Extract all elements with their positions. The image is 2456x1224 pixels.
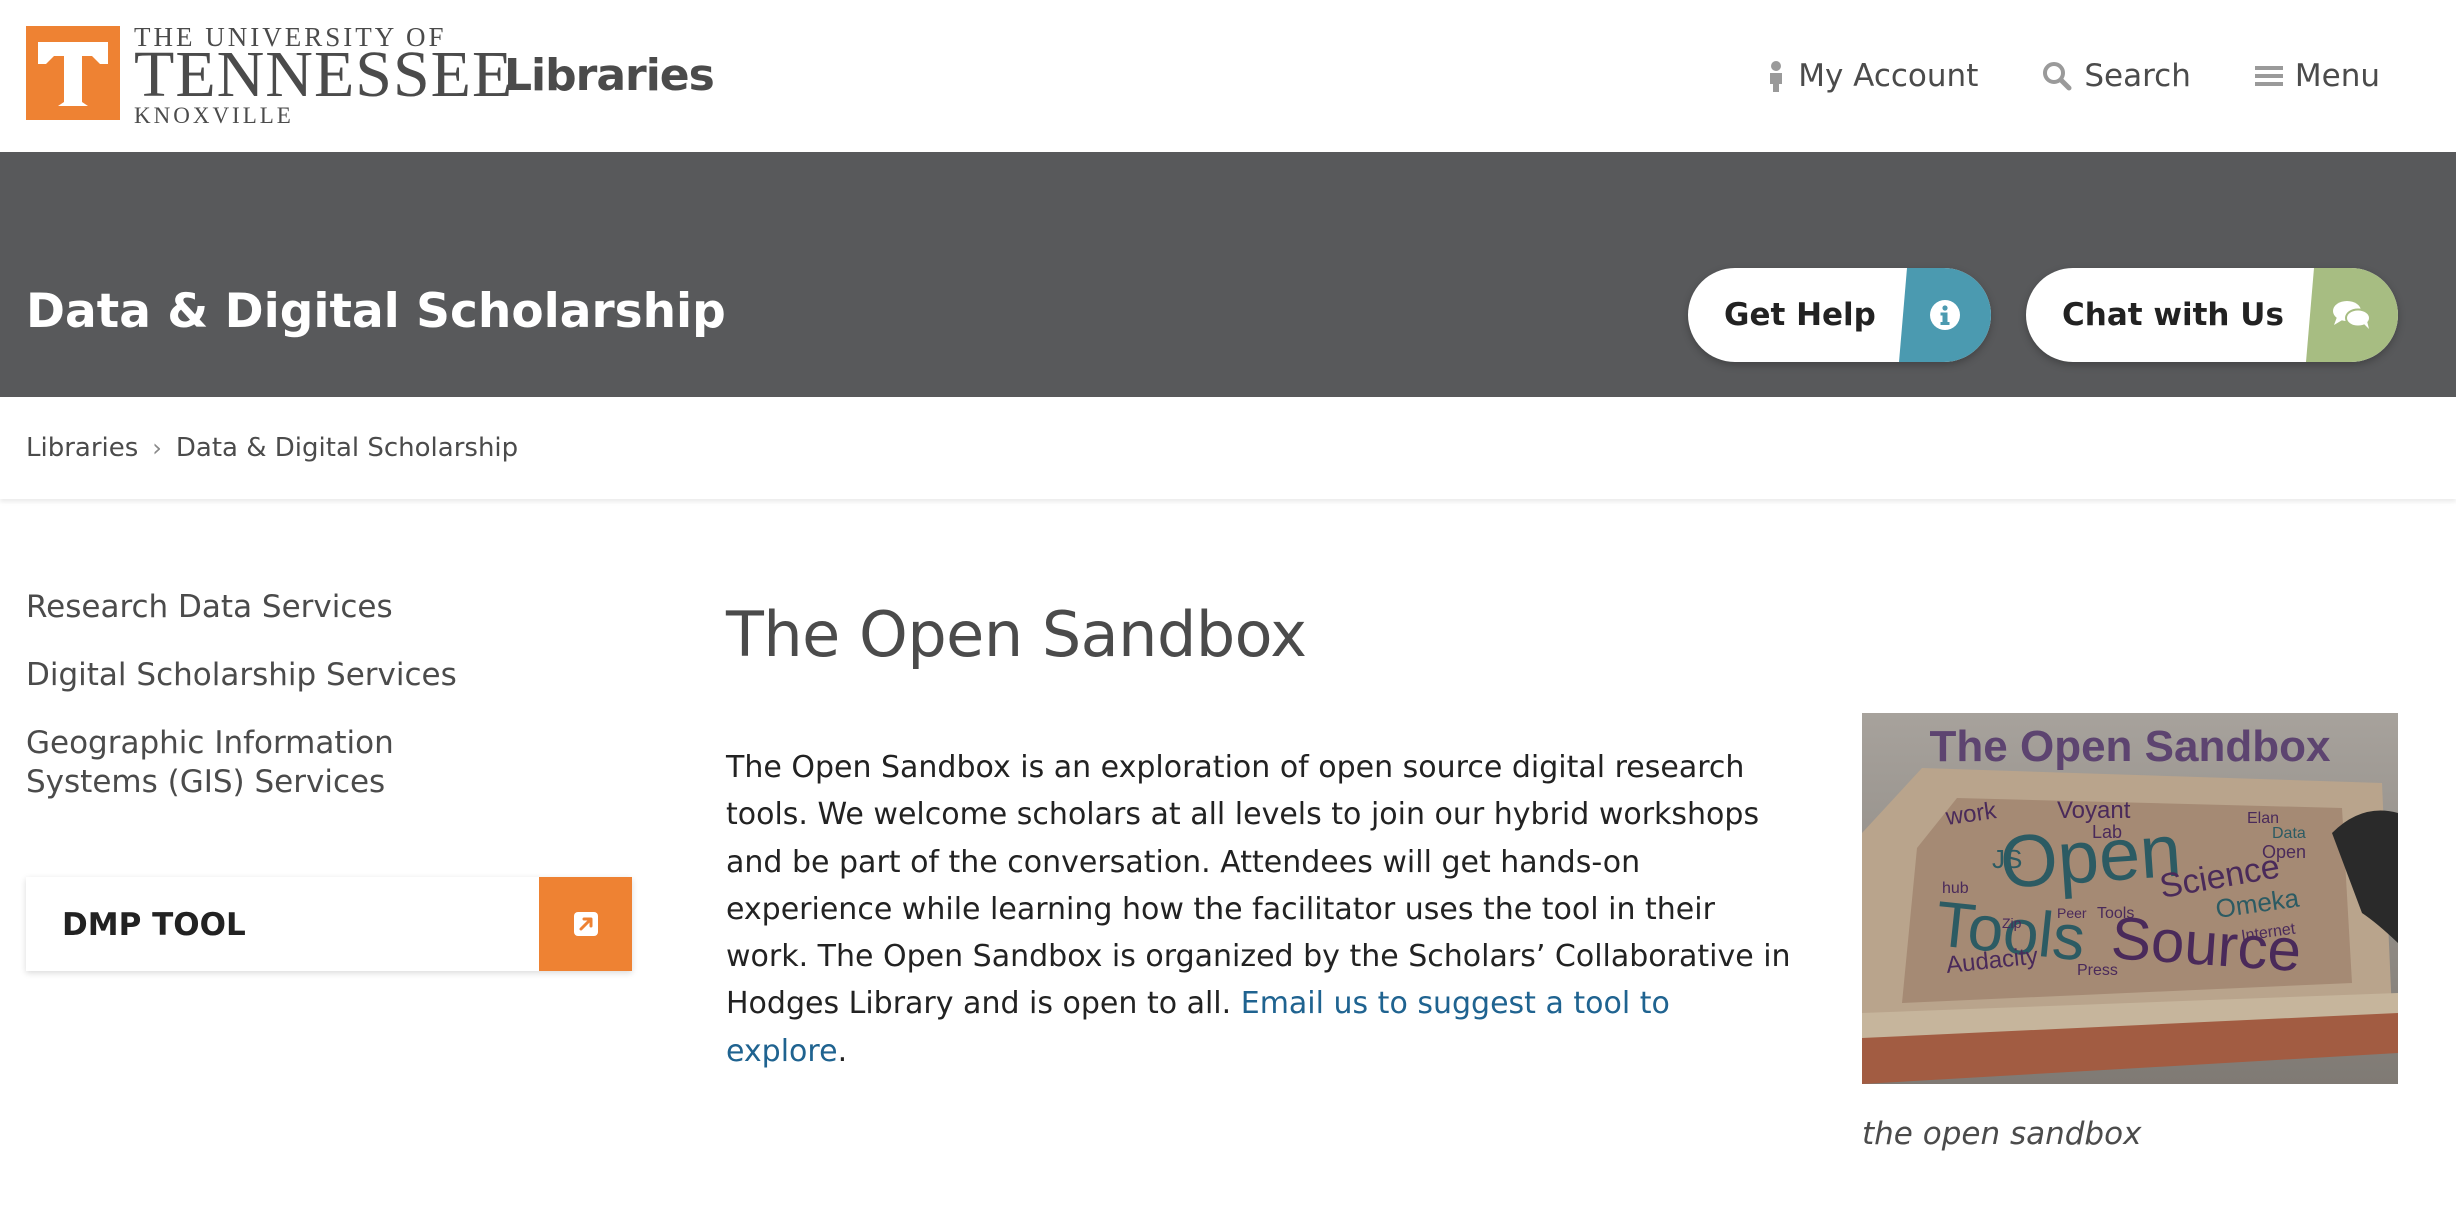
sidebar-link-digital-scholarship[interactable]: Digital Scholarship Services	[26, 656, 466, 695]
site-header: THE UNIVERSITY OF TENNESSEE KNOXVILLE Li…	[0, 0, 2456, 152]
page-banner: Data & Digital Scholarship Get Help Chat…	[0, 152, 2456, 397]
word-cloud-word: Voyant	[2057, 797, 2131, 824]
university-logo[interactable]: THE UNIVERSITY OF TENNESSEE KNOXVILLE	[26, 24, 514, 127]
dmp-tool-button[interactable]: DMP TOOL	[26, 877, 632, 971]
chat-bubbles-icon	[2306, 268, 2398, 362]
word-cloud-word: Peer	[2057, 905, 2087, 921]
search-link[interactable]: Search	[2042, 58, 2191, 94]
intro-paragraph: The Open Sandbox is an exploration of op…	[726, 744, 1796, 1075]
chat-label: Chat with Us	[2062, 297, 2284, 333]
breadcrumb: Libraries › Data & Digital Scholarship	[0, 397, 2456, 499]
word-cloud-word: Tools	[2097, 905, 2134, 922]
word-cloud-word: Press	[2077, 962, 2118, 979]
intro-text: The Open Sandbox is an exploration of op…	[726, 750, 1791, 1022]
word-cloud-word: hub	[1942, 880, 1969, 897]
menu-label: Menu	[2294, 58, 2380, 94]
get-help-button[interactable]: Get Help	[1688, 268, 1991, 362]
word-cloud-word: Data	[2272, 825, 2306, 842]
page-section-title: Data & Digital Scholarship	[26, 284, 726, 339]
hamburger-icon	[2254, 66, 2283, 86]
search-icon	[2043, 62, 2072, 91]
my-account-label: My Account	[1798, 58, 1979, 94]
figure-caption: the open sandbox	[1862, 1116, 2142, 1152]
word-cloud-word: Open	[2262, 842, 2306, 862]
power-t-logo-icon	[26, 26, 120, 120]
chat-with-us-button[interactable]: Chat with Us	[2026, 268, 2398, 362]
word-cloud-word: Zip	[2002, 915, 2022, 931]
image-title: The Open Sandbox	[1930, 722, 2331, 771]
sandbox-figure: The Open Sandbox Open Tools Source Scien…	[1862, 713, 2398, 1152]
intro-period: .	[837, 1033, 848, 1069]
sandbox-image: The Open Sandbox Open Tools Source Scien…	[1862, 713, 2398, 1084]
breadcrumb-libraries[interactable]: Libraries	[26, 433, 138, 463]
menu-button[interactable]: Menu	[2254, 58, 2380, 94]
my-account-link[interactable]: My Account	[1766, 58, 1978, 94]
get-help-label: Get Help	[1724, 297, 1876, 333]
word-cloud-word: Elan	[2247, 810, 2279, 827]
info-icon	[1899, 268, 1991, 362]
person-icon	[1770, 61, 1783, 92]
search-label: Search	[2084, 58, 2191, 94]
breadcrumb-separator-icon: ›	[152, 434, 162, 462]
external-link-icon	[539, 877, 632, 971]
sidebar-link-research-data[interactable]: Research Data Services	[26, 588, 466, 627]
logo-wordmark: THE UNIVERSITY OF TENNESSEE KNOXVILLE	[134, 24, 514, 127]
word-cloud-word: Lab	[2092, 822, 2122, 842]
breadcrumb-current[interactable]: Data & Digital Scholarship	[176, 433, 518, 463]
utility-nav: My Account Search Menu	[1702, 58, 2380, 94]
word-cloud-word: Source	[2109, 904, 2303, 984]
logo-line-2: TENNESSEE	[134, 38, 514, 111]
sidebar-link-gis[interactable]: Geographic Information Systems (GIS) Ser…	[26, 724, 466, 802]
word-cloud-word: JS	[1992, 844, 2022, 874]
page-title: The Open Sandbox	[726, 598, 1307, 671]
dmp-tool-label: DMP TOOL	[62, 907, 246, 943]
sidebar: Research Data Services Digital Scholarsh…	[26, 588, 632, 971]
site-name[interactable]: Libraries	[504, 50, 715, 101]
